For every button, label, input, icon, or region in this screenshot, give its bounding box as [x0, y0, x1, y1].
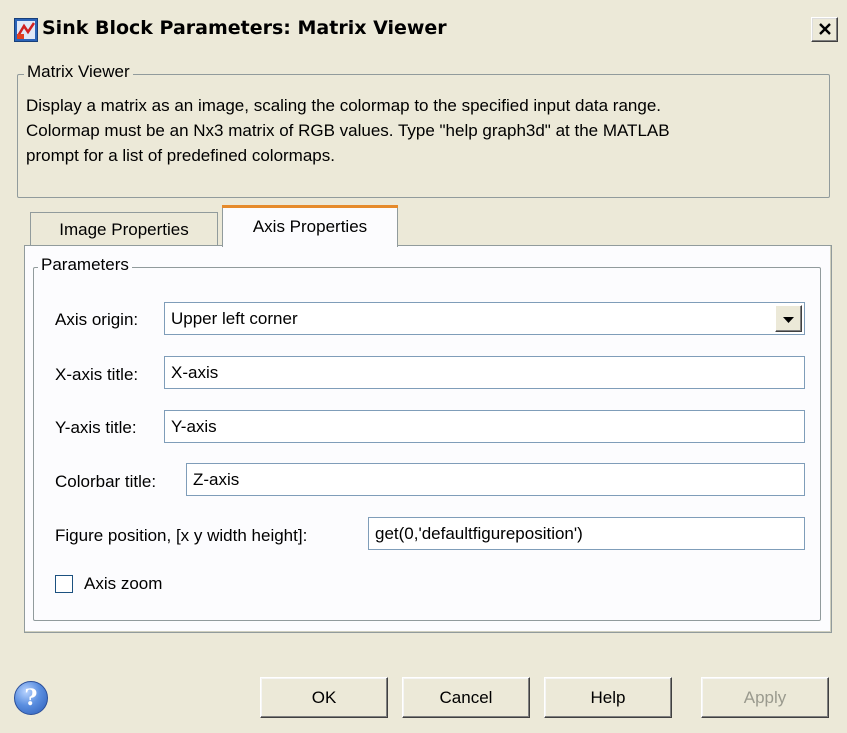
- y-axis-title-input[interactable]: Y-axis: [164, 410, 805, 443]
- figure-position-label: Figure position, [x y width height]:: [55, 526, 308, 545]
- help-icon-glyph: ?: [24, 685, 38, 711]
- y-axis-title-label: Y-axis title:: [55, 418, 137, 437]
- axis-zoom-checkbox[interactable]: [55, 575, 73, 593]
- dialog-window: Sink Block Parameters: Matrix Viewer Mat…: [0, 0, 847, 733]
- close-icon: [818, 20, 832, 40]
- apply-button-label: Apply: [743, 687, 787, 707]
- axis-zoom-label[interactable]: Axis zoom: [84, 574, 162, 594]
- y-axis-title-value: Y-axis: [171, 416, 217, 436]
- close-button[interactable]: [811, 17, 838, 42]
- tab-panel-axis-properties: Parameters Axis origin: Upper left corne…: [24, 245, 832, 633]
- colorbar-title-value: Z-axis: [193, 469, 240, 489]
- axis-origin-select[interactable]: Upper left corner: [164, 302, 805, 335]
- x-axis-title-input[interactable]: X-axis: [164, 356, 805, 389]
- colorbar-title-input[interactable]: Z-axis: [186, 463, 805, 496]
- x-axis-title-value: X-axis: [171, 362, 219, 382]
- parameters-group-label: Parameters: [38, 255, 132, 275]
- tab-label: Axis Properties: [252, 216, 368, 236]
- figure-position-input[interactable]: get(0,'defaultfigureposition'): [368, 517, 805, 550]
- tab-label: Image Properties: [59, 219, 189, 239]
- colorbar-title-label: Colorbar title:: [55, 472, 157, 491]
- simulink-block-icon: [14, 18, 38, 42]
- tab-image-properties[interactable]: Image Properties: [30, 212, 218, 246]
- title-bar[interactable]: Sink Block Parameters: Matrix Viewer: [0, 0, 847, 52]
- chevron-down-icon: [783, 309, 794, 329]
- active-tab-highlight: [222, 205, 398, 208]
- cancel-button-label: Cancel: [439, 687, 493, 707]
- axis-origin-value: Upper left corner: [171, 308, 298, 328]
- description-group-label: Matrix Viewer: [24, 62, 133, 82]
- ok-button-label: OK: [311, 687, 337, 707]
- figure-position-value: get(0,'defaultfigureposition'): [375, 523, 583, 543]
- tab-axis-properties[interactable]: Axis Properties: [222, 205, 398, 247]
- cancel-button[interactable]: Cancel: [402, 677, 530, 718]
- x-axis-title-label: X-axis title:: [55, 365, 139, 384]
- apply-button[interactable]: Apply: [701, 677, 829, 718]
- axis-origin-label: Axis origin:: [55, 310, 139, 329]
- block-description: Display a matrix as an image, scaling th…: [26, 96, 670, 165]
- help-icon[interactable]: ?: [14, 681, 48, 715]
- help-button-label: Help: [590, 687, 626, 707]
- ok-button[interactable]: OK: [260, 677, 388, 718]
- window-title: Sink Block Parameters: Matrix Viewer: [42, 17, 447, 39]
- dropdown-button[interactable]: [775, 305, 802, 332]
- help-button[interactable]: Help: [544, 677, 672, 718]
